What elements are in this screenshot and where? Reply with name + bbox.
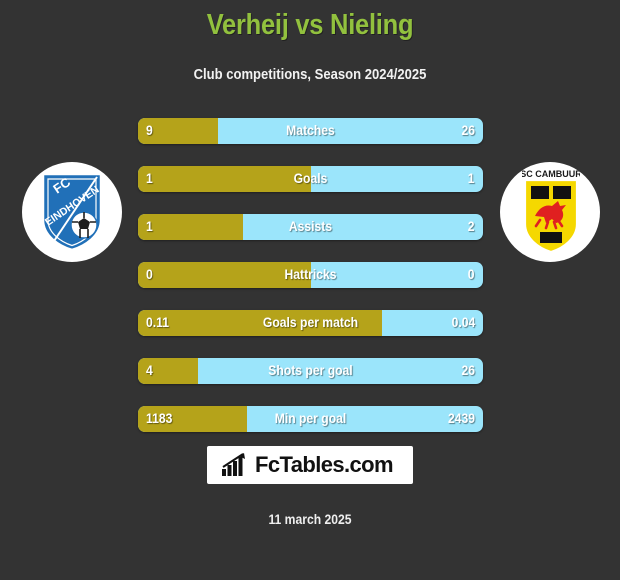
page-subtitle: Club competitions, Season 2024/2025 xyxy=(193,67,427,83)
svg-text:SC CAMBUUR: SC CAMBUUR xyxy=(522,169,580,179)
eindhoven-shield-icon: FC EINDHOVEN xyxy=(41,172,103,252)
stat-value-right: 2 xyxy=(468,219,475,234)
generated-date: 11 march 2025 xyxy=(268,512,352,527)
stat-value-left: 0 xyxy=(146,267,153,282)
stat-value-left: 1 xyxy=(146,171,153,186)
fc-eindhoven-logo: FC EINDHOVEN xyxy=(22,162,122,262)
page-footer: FcTables.com 11 march 2025 xyxy=(0,446,620,527)
stat-value-right: 26 xyxy=(461,363,475,378)
team-logo-left[interactable]: FC EINDHOVEN xyxy=(22,162,124,264)
stat-value-left: 4 xyxy=(146,363,153,378)
stat-value-left: 1 xyxy=(146,219,153,234)
stat-label: Shots per goal xyxy=(268,363,353,378)
stat-label: Assists xyxy=(288,219,333,234)
team-logo-right[interactable]: SC CAMBUUR xyxy=(500,162,602,264)
bar-chart-icon xyxy=(222,453,246,476)
stat-value-right: 0.04 xyxy=(451,315,475,330)
stat-value-right: 2439 xyxy=(447,411,475,426)
stat-value-right: 26 xyxy=(461,123,475,138)
table-row: 9 Matches 26 xyxy=(138,118,483,144)
sc-cambuur-logo: SC CAMBUUR xyxy=(500,162,600,262)
stat-label: Goals per match xyxy=(262,315,359,330)
table-row: 1 Assists 2 xyxy=(138,214,483,240)
stat-label: Matches xyxy=(286,123,335,138)
stat-label: Hattricks xyxy=(284,267,337,282)
table-row: 0.11 Goals per match 0.04 xyxy=(138,310,483,336)
stat-label: Min per goal xyxy=(274,411,347,426)
comparison-area: FC EINDHOVEN SC CAMBUUR 9 Matches 26 1 G… xyxy=(0,118,620,438)
fctables-logo[interactable]: FcTables.com xyxy=(207,446,413,484)
page-title: Verheij vs Nieling xyxy=(206,9,414,41)
stat-value-left: 9 xyxy=(146,123,153,138)
page-header: Verheij vs Nieling Club competitions, Se… xyxy=(0,0,620,84)
table-row: 0 Hattricks 0 xyxy=(138,262,483,288)
stats-bar-list: 9 Matches 26 1 Goals 1 1 Assists 2 0 Hat… xyxy=(138,118,483,454)
stat-value-right: 1 xyxy=(468,171,475,186)
stat-label: Goals xyxy=(293,171,328,186)
fctables-brand-text: FcTables.com xyxy=(255,452,393,477)
table-row: 1183 Min per goal 2439 xyxy=(138,406,483,432)
table-row: 1 Goals 1 xyxy=(138,166,483,192)
stat-value-right: 0 xyxy=(468,267,475,282)
table-row: 4 Shots per goal 26 xyxy=(138,358,483,384)
cambuur-shield-icon: SC CAMBUUR xyxy=(522,169,580,254)
